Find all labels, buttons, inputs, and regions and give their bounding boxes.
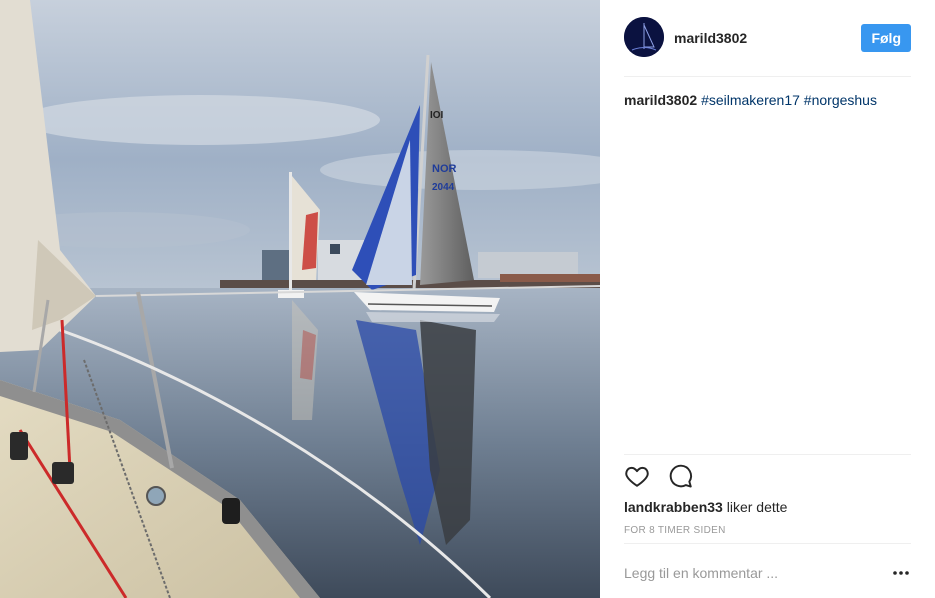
comment-divider xyxy=(624,543,911,544)
post-timestamp[interactable]: FOR 8 TIMER SIDEN xyxy=(624,525,726,536)
heart-icon[interactable] xyxy=(624,463,650,489)
post-photo[interactable]: IOI NOR 2044 xyxy=(0,0,600,598)
likes-suffix: liker dette xyxy=(726,499,788,515)
comment-icon[interactable] xyxy=(668,463,694,489)
comment-input[interactable] xyxy=(624,560,864,586)
hashtag-link[interactable]: #norgeshus xyxy=(804,92,877,108)
sail-nation: NOR xyxy=(432,163,457,175)
post-caption: marild3802 #seilmakeren17 #norgeshus xyxy=(624,91,911,109)
likes-line: landkrabben33 liker dette xyxy=(624,499,787,515)
liker-username[interactable]: landkrabben33 xyxy=(624,499,723,515)
avatar-image xyxy=(624,17,664,57)
avatar[interactable] xyxy=(624,17,664,57)
comment-form xyxy=(624,560,911,586)
sail-number: 2044 xyxy=(432,182,455,193)
post-header: marild3802 Følg xyxy=(624,17,911,59)
header-divider xyxy=(624,76,911,77)
post-actions xyxy=(624,463,708,491)
post-details-panel: marild3802 Følg marild3802 #seilmakeren1… xyxy=(600,0,935,598)
caption-username[interactable]: marild3802 xyxy=(624,92,697,108)
more-options-icon[interactable] xyxy=(891,564,911,582)
hashtag-link[interactable]: #seilmakeren17 xyxy=(701,92,800,108)
sailboat-photo: IOI NOR 2044 xyxy=(0,0,600,598)
actions-divider xyxy=(624,454,911,455)
post-username[interactable]: marild3802 xyxy=(674,30,747,46)
follow-button[interactable]: Følg xyxy=(861,24,911,52)
class-mark: IOI xyxy=(430,110,444,121)
